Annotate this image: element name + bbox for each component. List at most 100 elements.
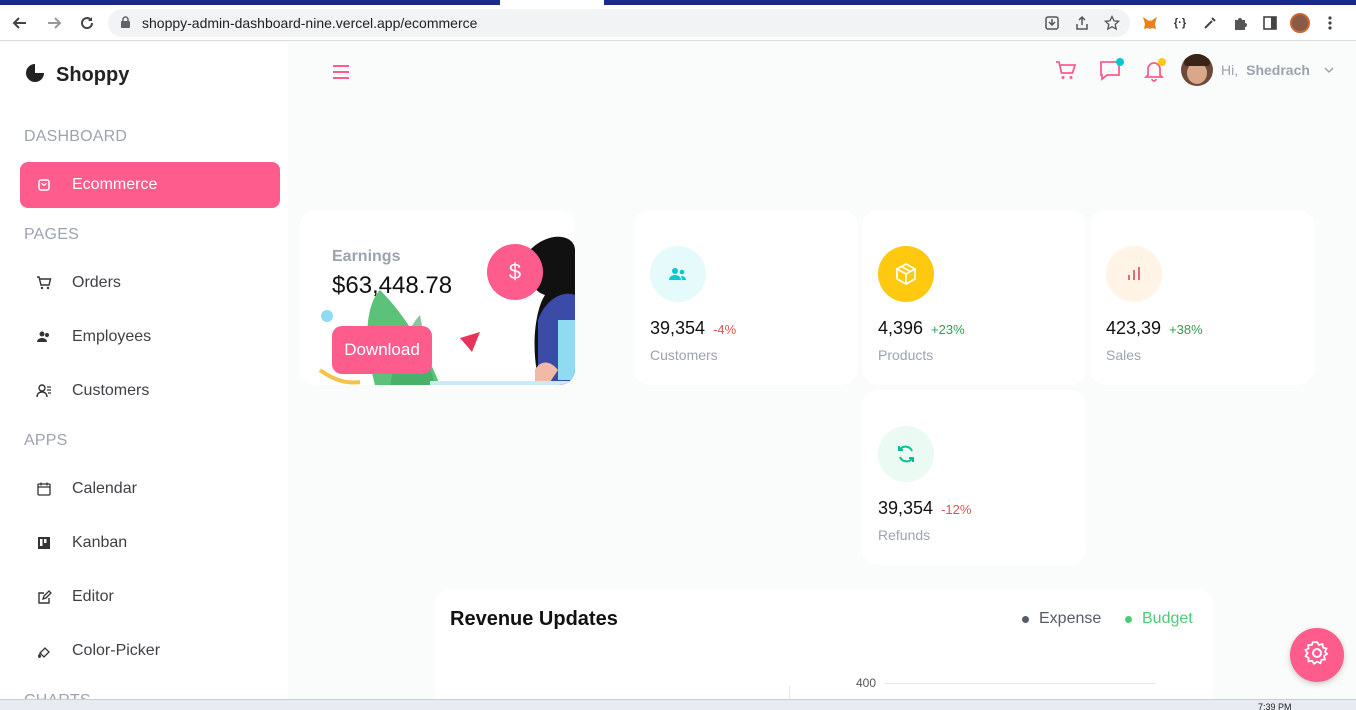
- earnings-value: $63,448.78: [332, 272, 453, 299]
- extensions-puzzle-icon[interactable]: [1230, 13, 1250, 33]
- refunds-change: -12%: [941, 502, 972, 517]
- employees-icon: [36, 329, 52, 345]
- notification-dot: [1158, 58, 1166, 66]
- sidebar-item-label: Calendar: [72, 480, 137, 497]
- stat-card-customers: 39,354 -4% Customers: [634, 210, 858, 385]
- download-button[interactable]: Download: [332, 326, 432, 374]
- sidebar-item-employees[interactable]: Employees: [20, 314, 280, 360]
- sidebar-item-calendar[interactable]: Calendar: [20, 466, 280, 512]
- stat-card-refunds: 39,354 -12% Refunds: [862, 390, 1086, 565]
- forward-icon[interactable]: [42, 11, 66, 35]
- stat-card-products: 4,396 +23% Products: [862, 210, 1086, 385]
- calendar-icon: [36, 481, 52, 497]
- legend-dot-budget: [1125, 615, 1132, 623]
- browser-toolbar: shoppy-admin-dashboard-nine.vercel.app/e…: [0, 5, 1356, 41]
- refunds-count: 39,354: [878, 498, 934, 518]
- legend-budget: Budget: [1125, 610, 1193, 628]
- sidebar-item-label: Kanban: [72, 534, 128, 551]
- sidebar-item-label: Orders: [72, 274, 121, 291]
- revenue-updates-card: Revenue Updates Expense Budget 400: [434, 590, 1214, 710]
- section-title-dashboard: DASHBOARD: [24, 128, 128, 145]
- sidebar-item-label: Employees: [72, 328, 152, 345]
- legend-label-expense: Expense: [1039, 610, 1102, 627]
- address-bar[interactable]: shoppy-admin-dashboard-nine.vercel.app/e…: [108, 9, 1130, 37]
- browser-profile-avatar[interactable]: [1290, 13, 1310, 33]
- cart-icon: [1054, 58, 1078, 87]
- username: Shedrach: [1246, 62, 1310, 78]
- brand-logo[interactable]: Shoppy: [24, 62, 129, 89]
- menu-icon[interactable]: [330, 62, 352, 87]
- sidebar-item-kanban[interactable]: Kanban: [20, 520, 280, 566]
- chat-notification-dot: [1116, 58, 1124, 66]
- share-icon[interactable]: [1072, 13, 1092, 33]
- reload-icon[interactable]: [75, 11, 99, 35]
- stat-value: 39,354 -4%: [650, 318, 736, 339]
- customers-icon: [36, 383, 52, 399]
- sidebar-item-label: Editor: [72, 588, 114, 605]
- products-count: 4,396: [878, 318, 924, 338]
- sidebar-item-label: Ecommerce: [72, 176, 158, 193]
- sidebar: Shoppy DASHBOARD Ecommerce PAGES Orders …: [0, 42, 288, 710]
- customers-icon[interactable]: [650, 246, 706, 302]
- chat-button[interactable]: [1098, 58, 1124, 87]
- side-panel-icon[interactable]: [1260, 13, 1280, 33]
- stat-card-sales: 423,39 +38% Sales: [1090, 210, 1314, 385]
- gear-icon: [1303, 639, 1331, 672]
- products-change: +23%: [931, 322, 965, 337]
- refresh-icon[interactable]: [878, 426, 934, 482]
- customers-count: 39,354: [650, 318, 706, 338]
- metamask-icon[interactable]: [1140, 13, 1160, 33]
- chevron-down-icon: [1324, 61, 1334, 79]
- taskbar-clock: 7:39 PM: [1258, 702, 1292, 710]
- sidebar-item-color-picker[interactable]: Color-Picker: [20, 628, 280, 674]
- refunds-label: Refunds: [878, 527, 931, 543]
- url-text: shoppy-admin-dashboard-nine.vercel.app/e…: [142, 15, 478, 31]
- gridline: [884, 683, 1156, 684]
- cart-button[interactable]: [1054, 58, 1078, 87]
- browser-menu-icon[interactable]: [1320, 13, 1340, 33]
- notification-button[interactable]: [1142, 58, 1166, 87]
- editor-icon: [36, 589, 52, 605]
- revenue-title: Revenue Updates: [450, 608, 618, 630]
- section-title-pages: PAGES: [24, 226, 79, 243]
- box-icon[interactable]: [878, 246, 934, 302]
- bookmark-star-icon[interactable]: [1102, 13, 1122, 33]
- bar-chart-icon[interactable]: [1106, 246, 1162, 302]
- sales-label: Sales: [1106, 347, 1142, 363]
- user-profile[interactable]: Hi, Shedrach: [1181, 54, 1334, 86]
- stat-value: 423,39 +38%: [1106, 318, 1203, 339]
- back-icon[interactable]: [8, 11, 32, 35]
- os-taskbar: 7:39 PM: [0, 699, 1356, 710]
- legend-label-budget: Budget: [1142, 610, 1193, 627]
- shoppy-logo-icon: [24, 62, 46, 89]
- legend-dot-expense: [1022, 615, 1029, 623]
- brand-name: Shoppy: [56, 64, 130, 86]
- kanban-icon: [36, 535, 52, 551]
- color-picker-icon: [36, 643, 52, 659]
- shopping-bag-icon: [36, 177, 52, 193]
- section-title-apps: APPS: [24, 432, 68, 449]
- settings-button[interactable]: [1290, 628, 1344, 682]
- customers-label: Customers: [650, 347, 718, 363]
- stat-value: 4,396 +23%: [878, 318, 965, 339]
- y-axis-tick: 400: [856, 676, 877, 690]
- stat-value: 39,354 -12%: [878, 498, 971, 519]
- sales-count: 423,39: [1106, 318, 1162, 338]
- sidebar-item-orders[interactable]: Orders: [20, 260, 280, 306]
- sidebar-item-label: Customers: [72, 382, 150, 399]
- products-label: Products: [878, 347, 934, 363]
- sales-change: +38%: [1169, 322, 1203, 337]
- sidebar-item-label: Color-Picker: [72, 642, 161, 659]
- eyedropper-icon[interactable]: [1200, 13, 1220, 33]
- earnings-label: Earnings: [332, 248, 401, 265]
- json-extension-icon[interactable]: {·}: [1170, 13, 1190, 33]
- earnings-card: Earnings $63,448.78 $ Download: [300, 210, 575, 385]
- avatar: [1181, 54, 1213, 86]
- sidebar-item-ecommerce[interactable]: Ecommerce: [20, 162, 280, 208]
- sidebar-item-editor[interactable]: Editor: [20, 574, 280, 620]
- sidebar-item-customers[interactable]: Customers: [20, 368, 280, 414]
- dollar-icon: $: [487, 244, 543, 300]
- legend-expense: Expense: [1022, 610, 1101, 628]
- cart-icon: [36, 275, 52, 291]
- install-icon[interactable]: [1042, 13, 1062, 33]
